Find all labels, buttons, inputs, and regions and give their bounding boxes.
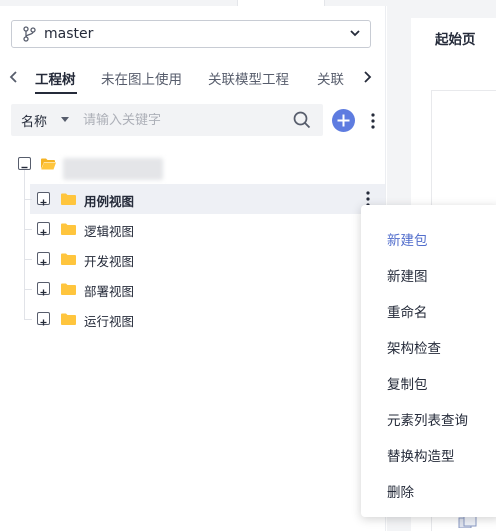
menu-item-rename[interactable]: 重命名 bbox=[387, 301, 428, 321]
tree-branch-line bbox=[24, 259, 32, 260]
expand-icon[interactable] bbox=[37, 282, 50, 296]
chevron-right-icon[interactable] bbox=[361, 70, 373, 84]
menu-item-architecture-check[interactable]: 架构检查 bbox=[387, 337, 441, 357]
tree-node-label: 逻辑视图 bbox=[84, 224, 135, 239]
folder-icon bbox=[61, 313, 76, 325]
tree-node-row[interactable]: 部署视图 bbox=[0, 274, 386, 304]
plus-icon bbox=[337, 114, 350, 127]
tree-branch-line bbox=[24, 289, 32, 290]
tree-branch-line bbox=[24, 199, 32, 200]
start-page-tab-title[interactable]: 起始页 bbox=[435, 28, 476, 48]
menu-item-delete[interactable]: 删除 bbox=[387, 481, 414, 501]
redacted-project-name bbox=[63, 158, 163, 180]
expand-icon[interactable] bbox=[37, 222, 50, 236]
tree-node-label: 运行视图 bbox=[84, 314, 135, 329]
search-bar: 名称 bbox=[11, 104, 323, 136]
collapse-icon[interactable] bbox=[18, 157, 31, 170]
tab-unused-on-diagram[interactable]: 未在图上使用 bbox=[101, 68, 182, 88]
tree-node-row[interactable]: 开发视图 bbox=[0, 244, 386, 274]
folder-icon bbox=[61, 253, 76, 265]
tree-node-label: 开发视图 bbox=[84, 254, 135, 269]
tree-branch-line bbox=[24, 229, 32, 230]
app-window: master 工程树 未在图上使用 关联模型工程 关联 名称 请输入关键字 用例… bbox=[0, 0, 496, 531]
tab-linked-model-projects[interactable]: 关联模型工程 bbox=[208, 68, 289, 88]
menu-item-new-package[interactable]: 新建包 bbox=[387, 229, 428, 249]
tree-branch-line bbox=[24, 319, 32, 320]
tree-root-row[interactable] bbox=[0, 148, 386, 180]
folder-icon bbox=[61, 223, 76, 235]
expand-icon[interactable] bbox=[37, 252, 50, 266]
active-tab-indicator bbox=[35, 92, 77, 94]
menu-item-replace-stereotype[interactable]: 替换构造型 bbox=[387, 445, 455, 465]
menu-item-new-diagram[interactable]: 新建图 bbox=[387, 265, 428, 285]
tree-node-label: 部署视图 bbox=[84, 284, 135, 299]
folder-icon bbox=[61, 283, 76, 295]
menu-item-element-list-query[interactable]: 元素列表查询 bbox=[387, 409, 468, 429]
copy-icon bbox=[458, 516, 477, 528]
chevron-left-icon[interactable] bbox=[8, 70, 20, 84]
explorer-tabs: 工程树 未在图上使用 关联模型工程 关联 bbox=[0, 62, 386, 94]
tree-node-label: 用例视图 bbox=[84, 194, 135, 209]
tab-project-tree[interactable]: 工程树 bbox=[35, 68, 76, 88]
tab-linked-truncated[interactable]: 关联 bbox=[317, 68, 349, 88]
expand-icon[interactable] bbox=[37, 192, 50, 206]
search-input[interactable] bbox=[83, 112, 264, 128]
context-menu: 新建包 新建图 重命名 架构检查 复制包 元素列表查询 替换构造型 删除 bbox=[361, 205, 496, 517]
more-vertical-icon[interactable] bbox=[371, 113, 375, 129]
tree-node-row[interactable]: 运行视图 bbox=[0, 304, 386, 334]
tree-node-row[interactable]: 用例视图 bbox=[24, 184, 385, 214]
model-explorer-panel: master 工程树 未在图上使用 关联模型工程 关联 名称 请输入关键字 用例… bbox=[0, 6, 386, 531]
search-icon[interactable] bbox=[293, 111, 311, 129]
folder-open-icon bbox=[41, 158, 56, 170]
git-branch-icon bbox=[23, 26, 36, 42]
tree-node-row[interactable]: 逻辑视图 bbox=[0, 214, 386, 244]
caret-down-icon[interactable] bbox=[61, 117, 70, 123]
folder-icon bbox=[61, 193, 76, 205]
expand-icon[interactable] bbox=[37, 312, 50, 326]
chevron-down-icon bbox=[350, 30, 360, 37]
add-button[interactable] bbox=[332, 109, 355, 132]
search-field-select[interactable]: 名称 bbox=[21, 111, 47, 130]
branch-selector[interactable]: master bbox=[11, 20, 371, 48]
menu-item-copy-package[interactable]: 复制包 bbox=[387, 373, 428, 393]
branch-name: master bbox=[44, 26, 94, 42]
